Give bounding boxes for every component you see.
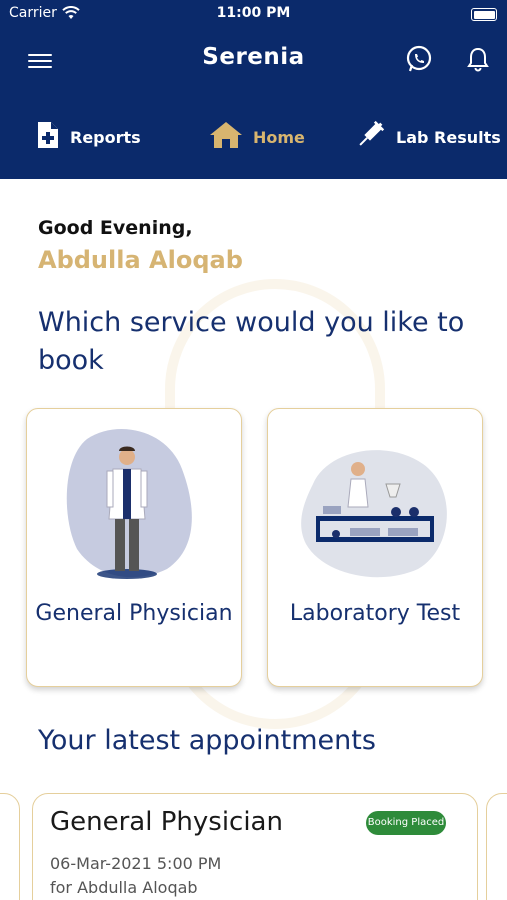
appointment-datetime: 06-Mar-2021 5:00 PM (50, 854, 222, 873)
syringe-icon (354, 119, 396, 155)
status-badge: Booking Placed (366, 811, 446, 835)
user-name: Abdulla Aloqab (38, 246, 243, 274)
service-card-general-physician[interactable]: General Physician (26, 408, 242, 687)
appointments-heading: Your latest appointments (38, 725, 376, 756)
nav-home[interactable]: Home (209, 113, 305, 161)
nav-lab-results[interactable]: Lab Results (354, 113, 501, 161)
nav-reports[interactable]: Reports (36, 113, 141, 161)
whatsapp-icon[interactable] (404, 44, 434, 78)
service-prompt: Which service would you like to book (38, 307, 465, 376)
main-nav: Reports Home Lab Results (0, 113, 507, 161)
service-label: General Physician (35, 601, 233, 626)
report-icon (36, 120, 70, 154)
appointment-card-previous[interactable] (0, 793, 20, 900)
home-content: Good Evening, Abdulla Aloqab Which servi… (0, 179, 507, 900)
status-bar: Carrier 11:00 PM (0, 0, 507, 28)
service-card-laboratory-test[interactable]: Laboratory Test (267, 408, 483, 687)
clock: 11:00 PM (216, 5, 291, 21)
home-icon (209, 121, 253, 153)
appointment-card-next[interactable] (486, 793, 507, 900)
nav-reports-label: Reports (70, 127, 141, 147)
greeting-text: Good Evening, (38, 217, 193, 239)
battery-icon (471, 8, 497, 21)
app-header: Carrier 11:00 PM Serenia Reports Home La… (0, 0, 507, 179)
appointment-card[interactable]: General Physician Booking Placed 06-Mar-… (32, 793, 478, 900)
nav-lab-results-label: Lab Results (396, 127, 501, 147)
nav-home-label: Home (253, 127, 305, 147)
appointment-patient: for Abdulla Aloqab (50, 878, 198, 897)
appointment-title: General Physician (50, 807, 283, 837)
notification-bell-icon[interactable] (466, 46, 490, 76)
service-label: Laboratory Test (289, 601, 461, 626)
